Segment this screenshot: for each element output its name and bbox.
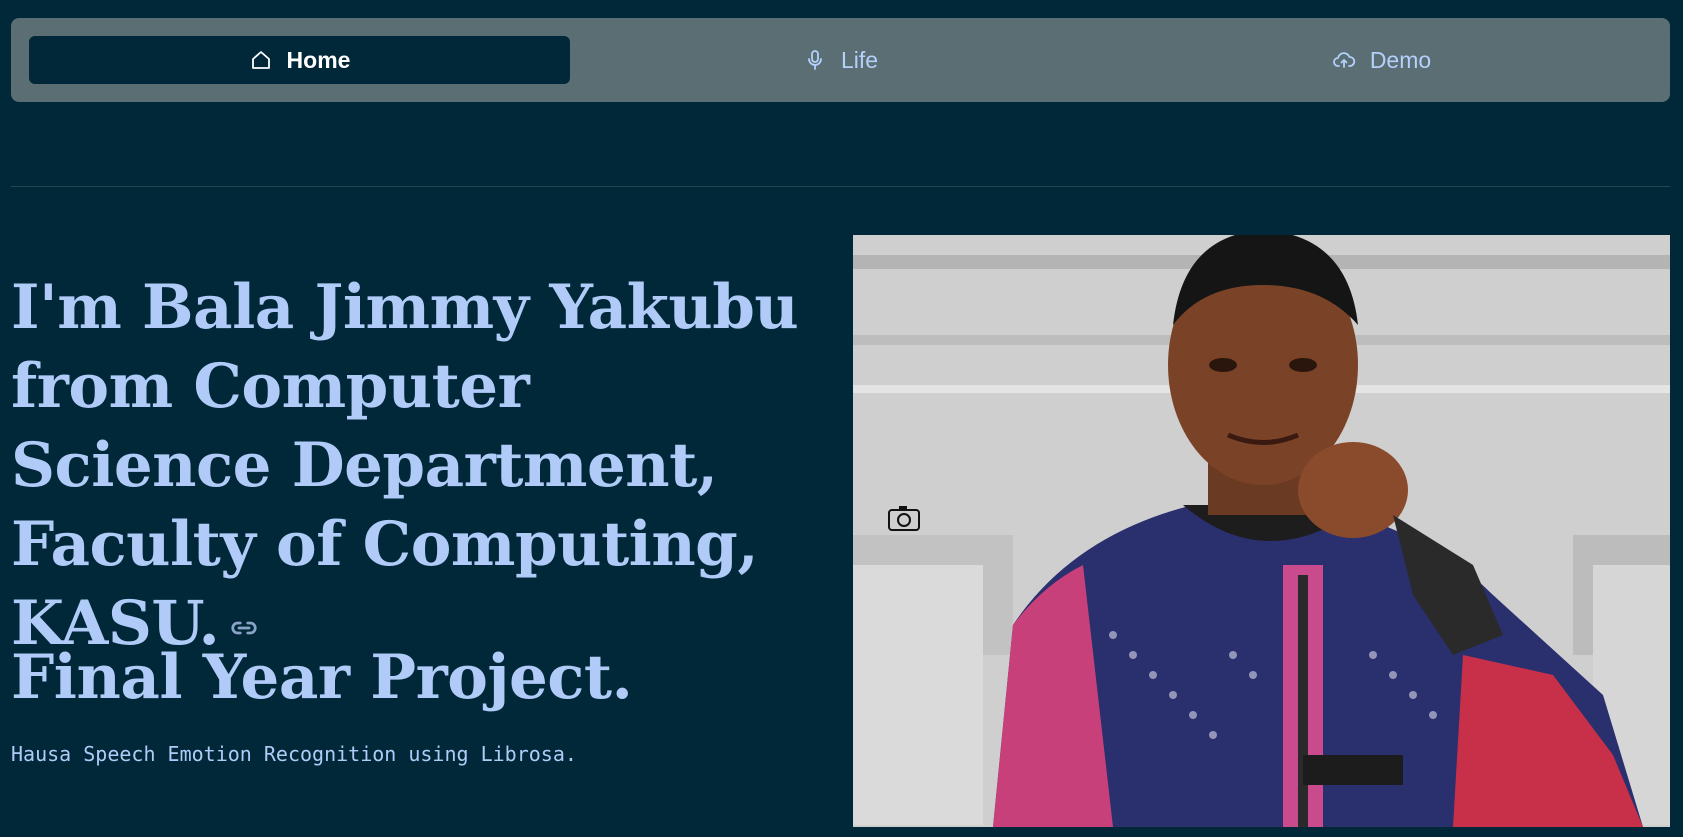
- cloud-upload-icon: [1332, 52, 1355, 68]
- tab-life[interactable]: Life: [570, 36, 1111, 84]
- tab-home[interactable]: Home: [29, 36, 570, 84]
- project-description: Hausa Speech Emotion Recognition using L…: [11, 742, 577, 766]
- tab-home-label: Home: [286, 46, 351, 73]
- section-divider: [11, 186, 1670, 187]
- tab-life-label: Life: [840, 46, 879, 73]
- home-icon: [251, 51, 270, 69]
- project-heading: Final Year Project.: [11, 642, 633, 713]
- profile-photo-illustration: [853, 235, 1670, 827]
- hero-title: I'm Bala Jimmy Yakubu from Computer Scie…: [11, 268, 801, 663]
- tab-demo-label: Demo: [1369, 46, 1432, 73]
- page: Home Life Demo I'm Bala Jimmy Yakubu fro…: [0, 0, 1683, 837]
- microphone-icon: [808, 50, 822, 70]
- hero-title-text: I'm Bala Jimmy Yakubu from Computer Scie…: [11, 272, 799, 659]
- tab-demo[interactable]: Demo: [1111, 36, 1652, 84]
- profile-photo: [853, 235, 1670, 827]
- top-nav: Home Life Demo: [11, 18, 1670, 102]
